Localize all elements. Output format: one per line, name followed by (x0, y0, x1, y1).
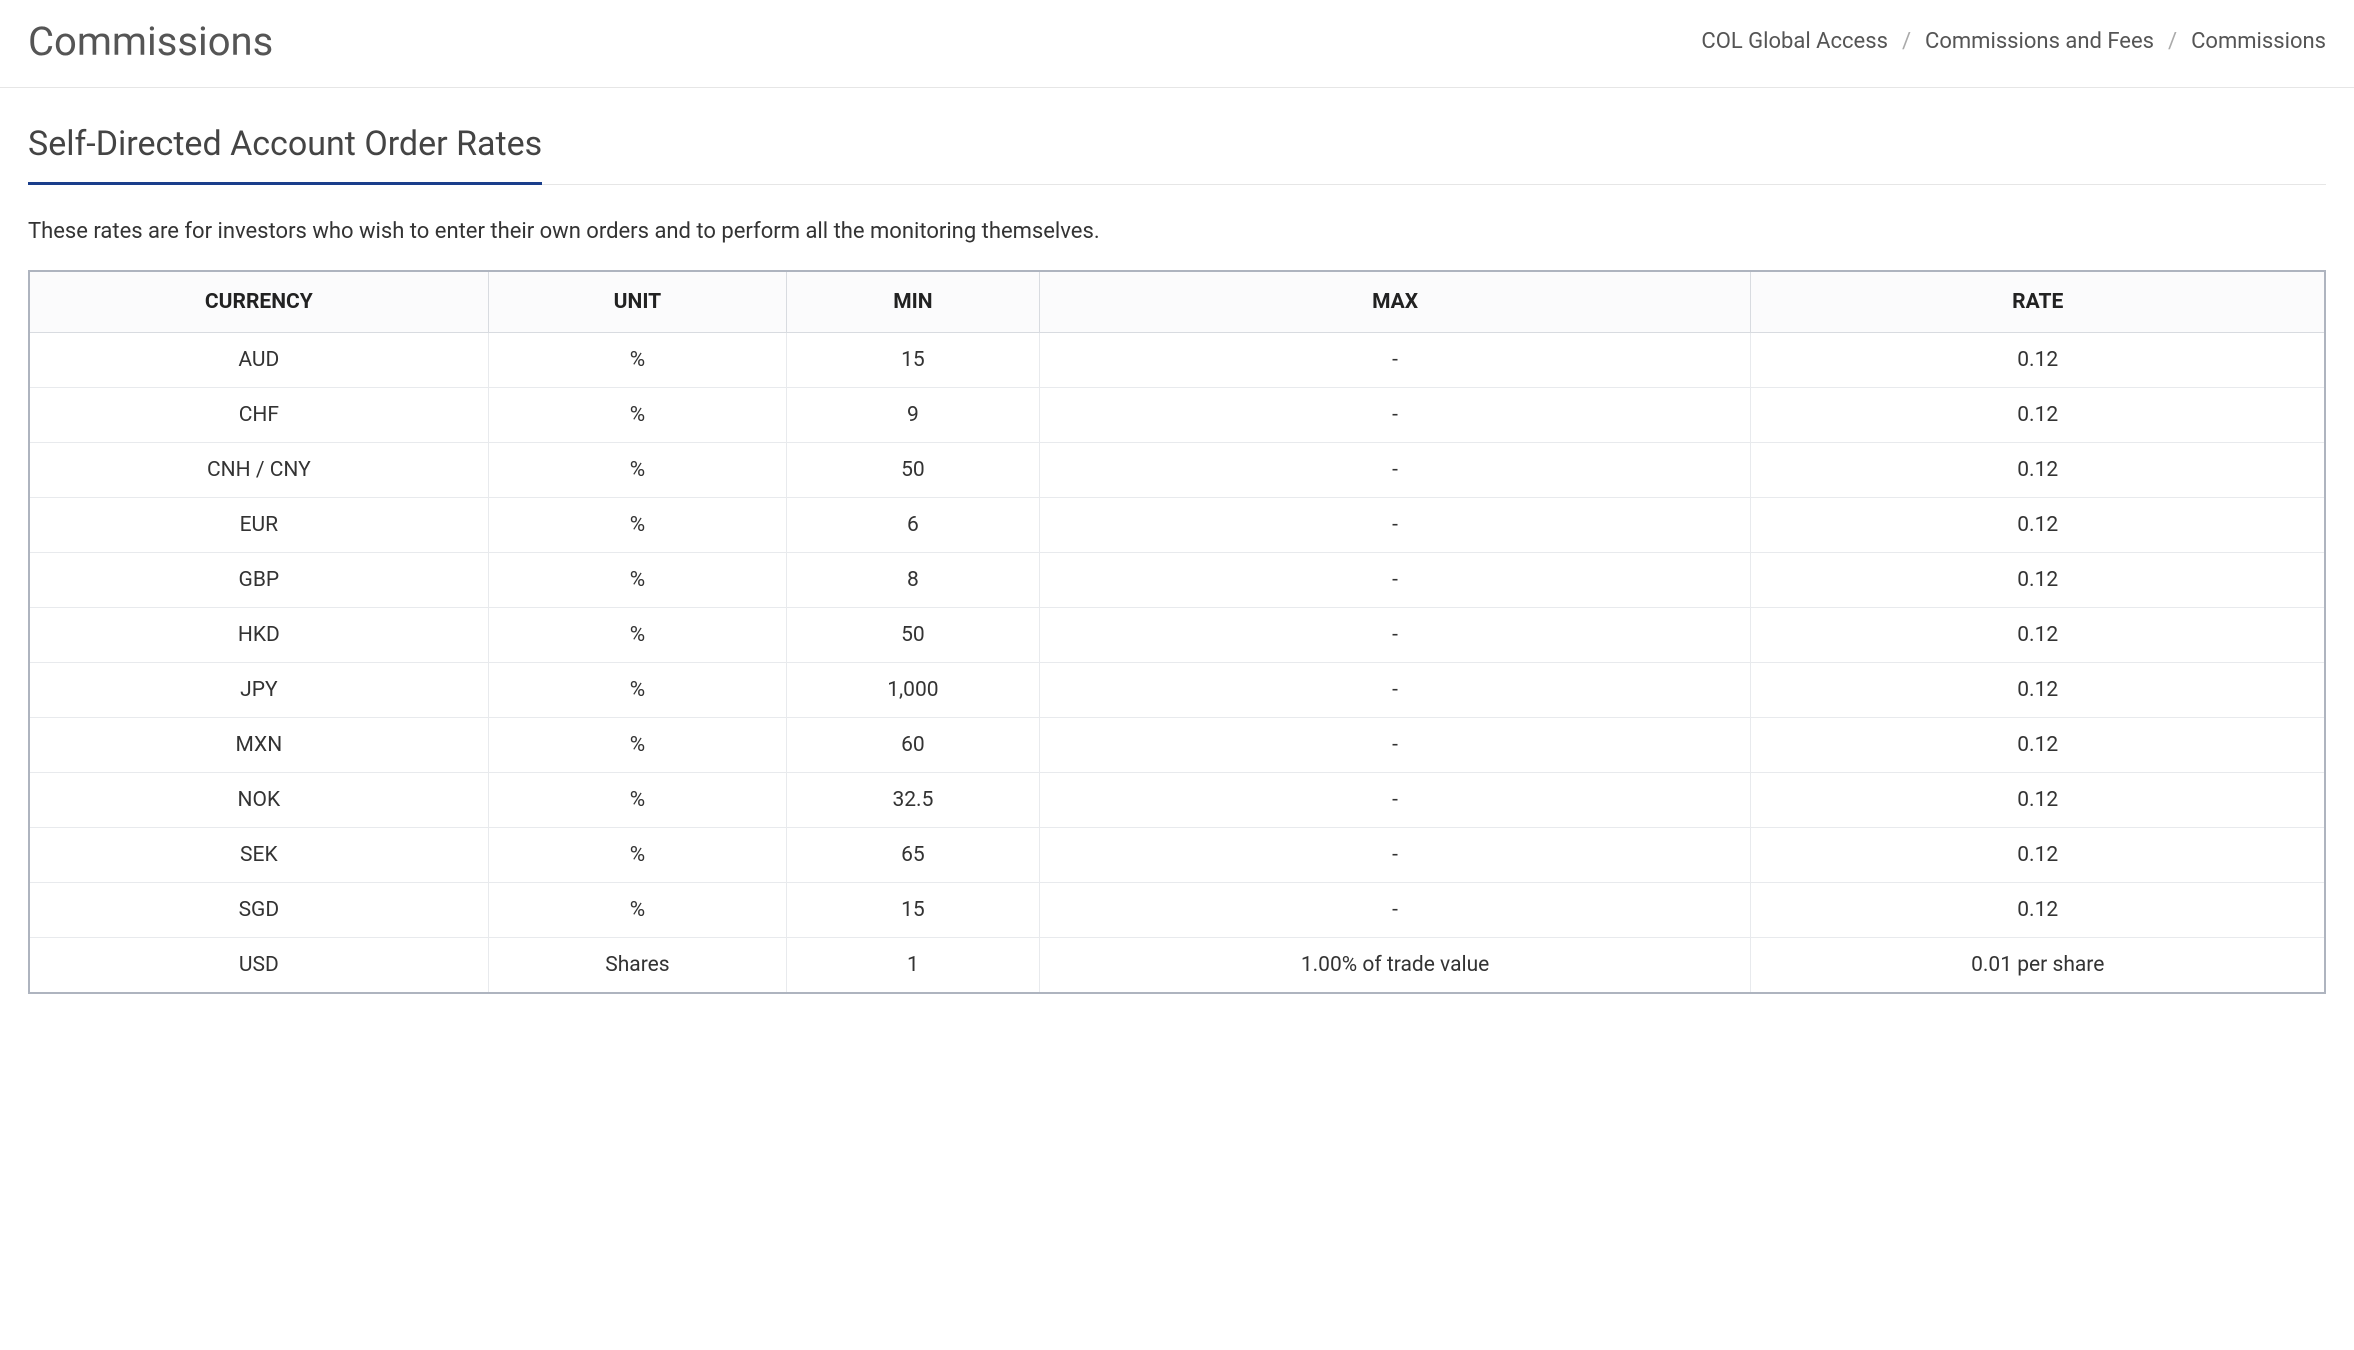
cell-min: 50 (787, 608, 1040, 663)
column-header-max: MAX (1039, 271, 1751, 333)
cell-max: - (1039, 443, 1751, 498)
cell-currency: CNH / CNY (29, 443, 488, 498)
cell-min: 32.5 (787, 773, 1040, 828)
cell-currency: JPY (29, 663, 488, 718)
cell-max: - (1039, 333, 1751, 388)
cell-max: - (1039, 828, 1751, 883)
cell-rate: 0.12 (1751, 333, 2325, 388)
cell-max: - (1039, 718, 1751, 773)
cell-unit: % (488, 443, 786, 498)
table-row: SEK%65-0.12 (29, 828, 2325, 883)
cell-unit: % (488, 828, 786, 883)
cell-min: 60 (787, 718, 1040, 773)
table-header-row: CURRENCY UNIT MIN MAX RATE (29, 271, 2325, 333)
cell-currency: CHF (29, 388, 488, 443)
cell-currency: HKD (29, 608, 488, 663)
table-row: SGD%15-0.12 (29, 883, 2325, 938)
cell-min: 65 (787, 828, 1040, 883)
table-row: HKD%50-0.12 (29, 608, 2325, 663)
section-title: Self-Directed Account Order Rates (28, 124, 542, 185)
table-row: MXN%60-0.12 (29, 718, 2325, 773)
breadcrumb-level3: Commissions (2191, 29, 2326, 54)
cell-currency: GBP (29, 553, 488, 608)
main-content: Self-Directed Account Order Rates These … (0, 88, 2354, 1022)
cell-unit: % (488, 388, 786, 443)
cell-currency: SEK (29, 828, 488, 883)
table-row: AUD%15-0.12 (29, 333, 2325, 388)
cell-unit: % (488, 608, 786, 663)
breadcrumb-separator: / (1902, 29, 1911, 54)
cell-rate: 0.12 (1751, 828, 2325, 883)
cell-min: 9 (787, 388, 1040, 443)
cell-max: - (1039, 388, 1751, 443)
cell-max: - (1039, 608, 1751, 663)
cell-min: 6 (787, 498, 1040, 553)
cell-rate: 0.12 (1751, 883, 2325, 938)
cell-unit: Shares (488, 938, 786, 994)
cell-unit: % (488, 333, 786, 388)
cell-rate: 0.12 (1751, 553, 2325, 608)
cell-min: 15 (787, 333, 1040, 388)
cell-currency: SGD (29, 883, 488, 938)
cell-currency: MXN (29, 718, 488, 773)
cell-rate: 0.12 (1751, 388, 2325, 443)
cell-unit: % (488, 553, 786, 608)
cell-min: 8 (787, 553, 1040, 608)
column-header-currency: CURRENCY (29, 271, 488, 333)
cell-max: 1.00% of trade value (1039, 938, 1751, 994)
cell-rate: 0.12 (1751, 773, 2325, 828)
column-header-min: MIN (787, 271, 1040, 333)
cell-currency: NOK (29, 773, 488, 828)
table-row: USDShares11.00% of trade value0.01 per s… (29, 938, 2325, 994)
breadcrumb-level2[interactable]: Commissions and Fees (1925, 29, 2154, 54)
cell-rate: 0.12 (1751, 663, 2325, 718)
cell-unit: % (488, 773, 786, 828)
page-header: Commissions COL Global Access / Commissi… (0, 0, 2354, 88)
cell-max: - (1039, 553, 1751, 608)
rates-table: CURRENCY UNIT MIN MAX RATE AUD%15-0.12CH… (28, 270, 2326, 994)
cell-rate: 0.12 (1751, 443, 2325, 498)
cell-max: - (1039, 883, 1751, 938)
cell-rate: 0.12 (1751, 718, 2325, 773)
cell-unit: % (488, 883, 786, 938)
table-row: GBP%8-0.12 (29, 553, 2325, 608)
table-row: EUR%6-0.12 (29, 498, 2325, 553)
cell-min: 50 (787, 443, 1040, 498)
section-description: These rates are for investors who wish t… (28, 219, 2326, 244)
breadcrumb: COL Global Access / Commissions and Fees… (1701, 29, 2326, 54)
cell-unit: % (488, 718, 786, 773)
cell-min: 1,000 (787, 663, 1040, 718)
cell-currency: EUR (29, 498, 488, 553)
table-row: CHF%9-0.12 (29, 388, 2325, 443)
cell-unit: % (488, 663, 786, 718)
cell-currency: USD (29, 938, 488, 994)
cell-rate: 0.12 (1751, 498, 2325, 553)
cell-max: - (1039, 498, 1751, 553)
column-header-rate: RATE (1751, 271, 2325, 333)
cell-rate: 0.01 per share (1751, 938, 2325, 994)
page-title: Commissions (28, 18, 273, 65)
cell-min: 1 (787, 938, 1040, 994)
cell-currency: AUD (29, 333, 488, 388)
table-row: CNH / CNY%50-0.12 (29, 443, 2325, 498)
table-row: NOK%32.5-0.12 (29, 773, 2325, 828)
breadcrumb-level1[interactable]: COL Global Access (1701, 29, 1888, 54)
cell-unit: % (488, 498, 786, 553)
cell-max: - (1039, 773, 1751, 828)
cell-max: - (1039, 663, 1751, 718)
column-header-unit: UNIT (488, 271, 786, 333)
cell-min: 15 (787, 883, 1040, 938)
table-row: JPY%1,000-0.12 (29, 663, 2325, 718)
breadcrumb-separator: / (2168, 29, 2177, 54)
cell-rate: 0.12 (1751, 608, 2325, 663)
